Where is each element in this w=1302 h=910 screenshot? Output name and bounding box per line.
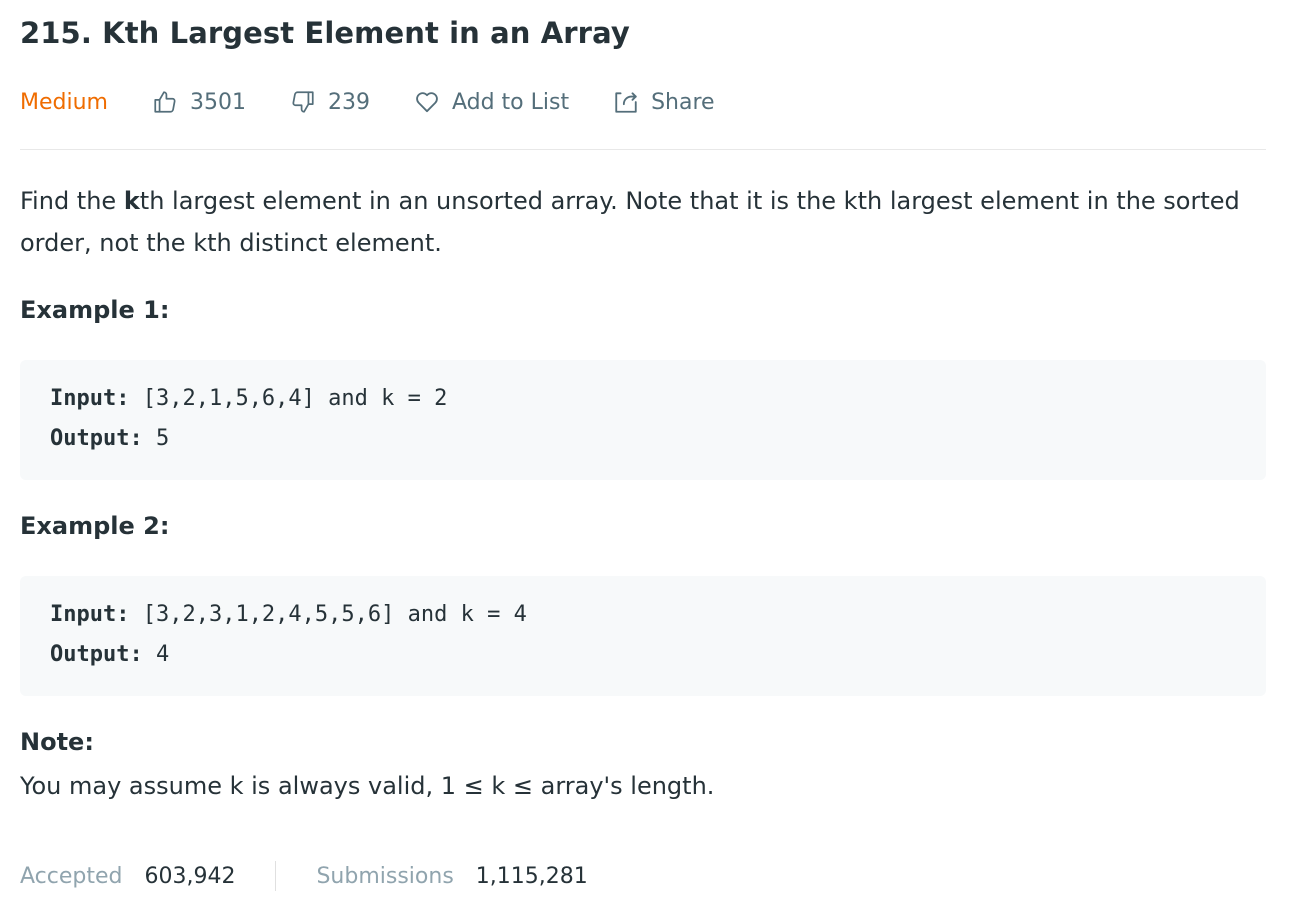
share-icon: [615, 92, 637, 113]
dislike-button[interactable]: 239: [290, 89, 370, 115]
share-label: Share: [651, 89, 715, 115]
heart-icon: [416, 92, 438, 113]
example-1-input-value: [3,2,1,5,6,4] and k = 2: [129, 386, 448, 411]
example-1-title: Example 1:: [20, 296, 170, 324]
accepted-value: 603,942: [144, 863, 236, 889]
note-text: You may assume k is always valid, 1 ≤ k …: [20, 772, 715, 800]
example-1-code-block: Input: [3,2,1,5,6,4] and k = 2 Output: 5: [20, 360, 1266, 480]
thumbs-down-icon: [292, 91, 314, 113]
example-2-output-line: Output: 4: [50, 635, 1266, 675]
example-2-output-label: Output:: [50, 642, 143, 667]
problem-page: 215. Kth Largest Element in an Array Med…: [0, 0, 1302, 910]
share-button[interactable]: Share: [613, 89, 715, 115]
example-1-output-value: 5: [142, 426, 170, 451]
example-2-title: Example 2:: [20, 512, 170, 540]
example-2-code-block: Input: [3,2,3,1,2,4,5,5,6] and k = 4 Out…: [20, 576, 1266, 696]
accepted-label: Accepted: [20, 863, 123, 889]
example-2-output-value: 4: [142, 642, 170, 667]
problem-meta-bar: Medium 3501 239 Add to List Share: [20, 84, 759, 120]
example-1-input-line: Input: [3,2,1,5,6,4] and k = 2: [50, 379, 1266, 419]
example-1-output-label: Output:: [50, 426, 143, 451]
description-bold-k: k: [123, 187, 140, 215]
stats-divider: [275, 861, 277, 891]
like-count: 3501: [189, 89, 246, 115]
thumbs-up-icon: [154, 91, 176, 113]
example-2-input-line: Input: [3,2,3,1,2,4,5,5,6] and k = 4: [50, 595, 1266, 635]
example-1-output-line: Output: 5: [50, 419, 1266, 459]
like-button[interactable]: 3501: [152, 89, 246, 115]
example-1-input-label: Input:: [50, 386, 130, 411]
example-2-input-value: [3,2,3,1,2,4,5,5,6] and k = 4: [129, 602, 527, 627]
add-to-list-label: Add to List: [451, 89, 570, 115]
submission-stats: Accepted 603,942 Submissions 1,115,281: [20, 856, 588, 896]
description-text-1: Find the: [20, 187, 124, 215]
submissions-label: Submissions: [316, 863, 454, 889]
dislike-count: 239: [327, 89, 370, 115]
problem-description: Find the kth largest element in an unsor…: [20, 180, 1266, 264]
submissions-value: 1,115,281: [475, 863, 588, 889]
problem-title: 215. Kth Largest Element in an Array: [20, 16, 630, 50]
add-to-list-button[interactable]: Add to List: [414, 89, 569, 115]
description-text-2: th largest element in an unsorted array.…: [20, 187, 1240, 257]
difficulty-badge: Medium: [20, 89, 108, 115]
example-2-input-label: Input:: [50, 602, 130, 627]
note-title: Note:: [20, 728, 94, 756]
header-divider: [20, 149, 1266, 150]
